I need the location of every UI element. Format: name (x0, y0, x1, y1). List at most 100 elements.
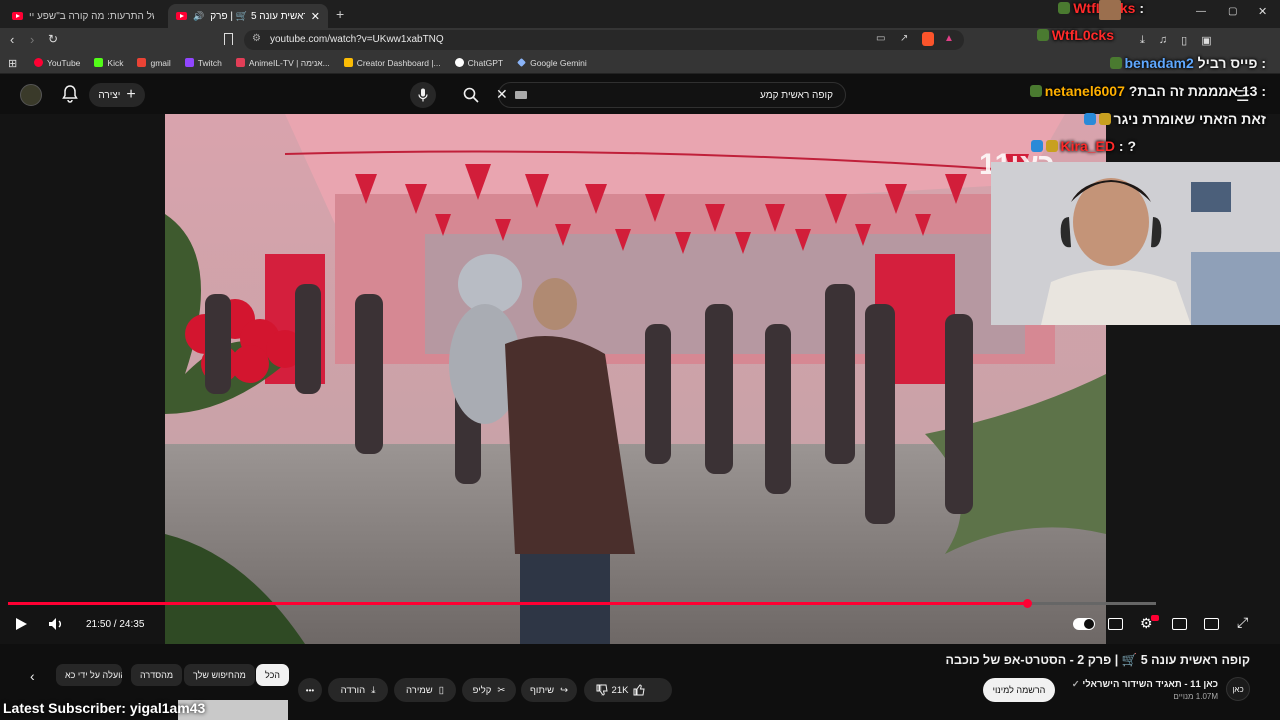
browser-tab-active[interactable]: 🔊 קופה ראשית עונה 5 🛒 | פרק ✕ (168, 4, 328, 28)
search-icon[interactable] (463, 87, 479, 103)
search-bar[interactable]: ✕ (463, 82, 846, 108)
chat-badge-icon (1109, 57, 1122, 69)
progress-scrubber[interactable] (1023, 599, 1032, 608)
thumbs-down-icon (596, 684, 608, 696)
clear-search-icon[interactable]: ✕ (496, 86, 508, 103)
chat-badge-icon (1083, 113, 1096, 125)
channel-name[interactable]: כאן 11 - תאגיד השידור הישראלי ✓ (1072, 679, 1218, 690)
close-tab-icon[interactable]: ✕ (311, 10, 320, 23)
chat-badge-icon (1045, 140, 1058, 152)
play-icon (16, 618, 27, 630)
subscribe-button[interactable]: הרשמה למינוי (983, 678, 1055, 702)
share-icon: ↪ (560, 684, 569, 696)
dashboard-icon (343, 58, 353, 67)
avatar[interactable] (20, 84, 42, 106)
maximize-icon[interactable]: ▢ (1228, 6, 1237, 17)
browser-tab[interactable]: שפע של התרעות: מה קורה ב"שפע יי (4, 4, 166, 28)
verified-icon: ✓ (1071, 679, 1080, 690)
like-button[interactable]: 21K (600, 684, 656, 696)
youtube-favicon-icon (176, 12, 187, 20)
chatgpt-icon (454, 58, 464, 67)
video-frame[interactable]: כאן11 (165, 114, 1106, 644)
tab-title: קופה ראשית עונה 5 🛒 | פרק (210, 10, 305, 22)
chat-badge-icon (1030, 140, 1043, 152)
minimize-icon[interactable]: — (1196, 6, 1206, 17)
chat-message: Kira_ED : ? (1030, 138, 1136, 154)
chat-badge-icon (1058, 2, 1071, 14)
download-icon[interactable]: ⤓ (1140, 34, 1145, 48)
cast-icon[interactable]: ▭ (876, 33, 885, 44)
chat-message: זאת הזאתי שאומרת ניגר (1083, 111, 1266, 127)
animeil-icon (235, 58, 245, 67)
apps-grid-icon[interactable]: ⊞ (8, 57, 17, 70)
brave-shield-icon[interactable] (922, 32, 934, 46)
chat-badge-icon (1029, 85, 1042, 97)
chat-badge-icon (1036, 29, 1049, 41)
gemini-icon (517, 58, 527, 67)
chat-badge-icon (1098, 113, 1111, 125)
like-dislike-group: 21K (584, 678, 672, 702)
volume-icon (49, 618, 61, 630)
site-info-icon[interactable]: ⚙ (252, 33, 261, 44)
chip-all[interactable]: הכל (256, 664, 290, 686)
reload-icon[interactable]: ↻ (48, 32, 58, 46)
bookmark-creator-dashboard[interactable]: Creator Dashboard |... (343, 58, 441, 68)
chip-from-search[interactable]: מהחיפוש שלך (184, 664, 255, 686)
back-icon[interactable]: ‹ (10, 32, 14, 47)
share-button[interactable]: שיתוף ↪ (521, 678, 577, 702)
gmail-icon (137, 58, 147, 67)
create-label: יצירה (98, 89, 121, 101)
miniplayer-icon[interactable] (1172, 618, 1187, 630)
wallet-icon[interactable]: ▣ (1201, 34, 1211, 48)
new-tab-button[interactable]: + (336, 6, 344, 22)
bookmark-chatgpt[interactable]: ChatGPT (454, 58, 503, 68)
bookmark-kick[interactable]: Kick (94, 58, 123, 68)
dislike-button[interactable] (596, 684, 608, 696)
fullscreen-icon[interactable]: ⤢ (1237, 614, 1248, 631)
youtube-icon (34, 58, 43, 67)
hd-badge (1151, 615, 1159, 621)
download-icon: ⤓ (371, 684, 376, 696)
voice-search-button[interactable] (410, 82, 436, 108)
save-playlist-icon: ▯ (438, 684, 444, 696)
notifications-icon[interactable] (62, 85, 78, 103)
share-icon[interactable]: ↗ (900, 33, 908, 44)
bookmark-twitch[interactable]: Twitch (184, 58, 222, 68)
more-actions-button[interactable]: ••• (298, 678, 322, 702)
kick-icon (94, 58, 104, 67)
url-text: youtube.com/watch?v=UKww1xabTNQ (270, 34, 444, 45)
tab-title: שפע של התרעות: מה קורה ב"שפע יי (29, 10, 154, 22)
bookmark-gmail[interactable]: gmail (137, 58, 171, 68)
latest-subscriber-label: Latest Subscriber: yigal1am43 (3, 700, 206, 716)
music-icon[interactable]: ♫ (1159, 34, 1167, 48)
bookmark-gemini[interactable]: Google Gemini (517, 58, 587, 68)
download-button[interactable]: הורדה ⤓ (328, 678, 388, 702)
scissors-icon: ✂ (497, 684, 506, 696)
chip-from-series[interactable]: מהסדרה (131, 664, 183, 686)
chip-uploaded-by[interactable]: הועלה על ידי כא (56, 664, 122, 686)
rewards-icon[interactable]: ▲ (944, 33, 954, 44)
streamer-webcam (991, 162, 1280, 325)
sidebar-icon[interactable]: ▯ (1181, 34, 1187, 48)
forward-icon[interactable]: › (30, 32, 34, 47)
subtitles-icon[interactable] (1108, 618, 1123, 630)
autoplay-toggle[interactable] (1073, 618, 1095, 630)
twitch-icon (184, 58, 194, 67)
chips-scroll-left-icon[interactable]: ‹ (30, 668, 35, 684)
bookmark-icon[interactable] (224, 33, 233, 45)
close-window-icon[interactable]: ✕ (1258, 5, 1267, 18)
volume-button[interactable] (48, 617, 64, 631)
search-input[interactable] (539, 86, 839, 104)
play-button[interactable] (14, 617, 28, 631)
bookmark-youtube[interactable]: YouTube (34, 58, 80, 68)
clip-button[interactable]: קליפ ✂ (462, 678, 516, 702)
player-letterbox-left (0, 114, 165, 644)
keyboard-icon[interactable] (515, 91, 527, 99)
address-bar[interactable]: ⚙ youtube.com/watch?v=UKww1xabTNQ ▭ ↗ ▲ (244, 30, 964, 50)
create-button[interactable]: יצירה + (89, 83, 145, 107)
cast-icon[interactable] (1204, 618, 1219, 630)
bookmark-animeil[interactable]: AnimeIL-TV | אנימה... (235, 58, 330, 68)
webcam-scene (991, 162, 1280, 325)
save-button[interactable]: שמירה ▯ (394, 678, 456, 702)
channel-avatar[interactable]: כאן (1226, 677, 1250, 701)
